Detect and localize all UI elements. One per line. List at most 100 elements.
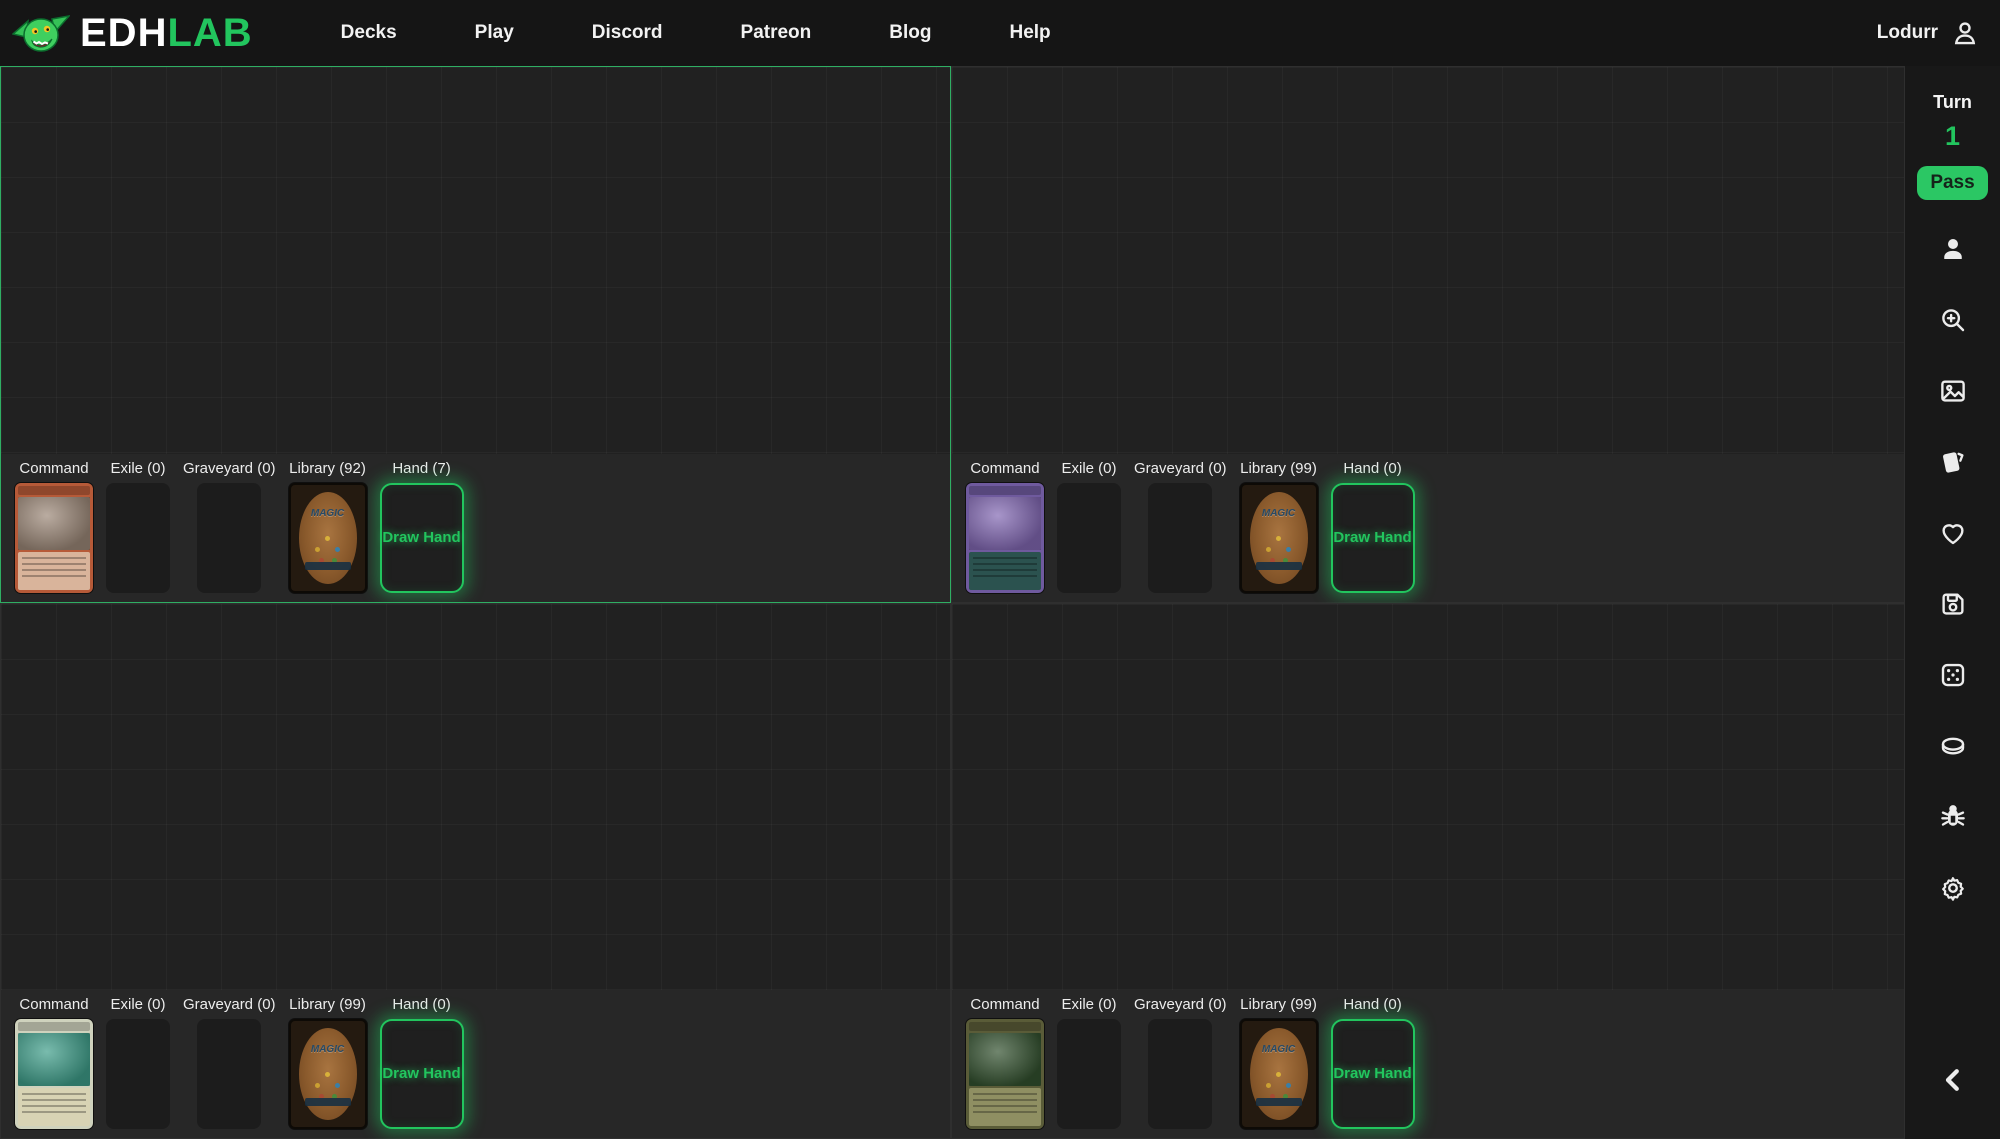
card-back-banner [305, 562, 351, 570]
zone-library: Library (99) MAGIC [1240, 460, 1318, 593]
commander-card[interactable] [15, 1019, 93, 1129]
top-nav: EDHLAB Decks Play Discord Patreon Blog H… [0, 0, 2000, 66]
image-icon[interactable] [1936, 374, 1970, 408]
library-card-back[interactable]: MAGIC [289, 483, 367, 593]
player-area-top-right: Command Exile (0) Graveyard (0) L [951, 66, 1905, 603]
zone-exile: Exile (0) [106, 996, 170, 1129]
card-art [18, 1033, 90, 1086]
turn-number: 1 [1945, 121, 1960, 152]
card-art [969, 497, 1041, 550]
card-back-oval: MAGIC [299, 1028, 357, 1120]
zone-label-command: Command [970, 460, 1039, 477]
nav-play[interactable]: Play [475, 22, 514, 44]
draw-hand-button[interactable]: Draw Hand [380, 483, 464, 593]
goblin-logo-icon [12, 10, 70, 56]
library-card-back[interactable]: MAGIC [1240, 483, 1318, 593]
card-back-banner [1256, 1098, 1302, 1106]
zone-label-library: Library (99) [1240, 460, 1317, 477]
card-back-oval: MAGIC [299, 492, 357, 584]
player-area-bottom-right: Command Exile (0) Graveyard (0) L [951, 603, 1905, 1139]
zone-library: Library (99) MAGIC [289, 996, 367, 1129]
zone-label-command: Command [19, 460, 88, 477]
cards-icon[interactable] [1936, 445, 1970, 479]
card-back-brand: MAGIC [1250, 508, 1308, 519]
graveyard-slot [197, 483, 261, 593]
graveyard-slot [1148, 483, 1212, 593]
card-art [18, 497, 90, 550]
library-card-back[interactable]: MAGIC [1240, 1019, 1318, 1129]
bug-icon[interactable] [1936, 800, 1970, 834]
card-back-brand: MAGIC [299, 1044, 357, 1055]
card-title-bar [969, 1022, 1041, 1031]
zone-exile: Exile (0) [1057, 460, 1121, 593]
exile-slot [106, 483, 170, 593]
zone-command: Command [15, 996, 93, 1129]
player-area-bottom-left: Command Exile (0) Graveyard (0) L [0, 603, 951, 1139]
graveyard-slot [1148, 1019, 1212, 1129]
collapse-sidebar-chevron-left-icon[interactable] [1936, 1063, 1970, 1097]
nav-blog[interactable]: Blog [889, 22, 931, 44]
user-icon [1950, 18, 1980, 48]
commander-card[interactable] [966, 483, 1044, 593]
player-panel: Command Exile (0) Graveyard (0) L [1, 454, 950, 602]
card-back-banner [305, 1098, 351, 1106]
card-title-bar [18, 1022, 90, 1031]
zone-library: Library (99) MAGIC [1240, 996, 1318, 1129]
brand-edh: EDH [80, 11, 167, 55]
user-menu[interactable]: Lodurr [1877, 18, 1980, 48]
settings-icon[interactable] [1936, 871, 1970, 905]
card-back-banner [1256, 562, 1302, 570]
draw-hand-button[interactable]: Draw Hand [1331, 1019, 1415, 1129]
commander-card[interactable] [15, 483, 93, 593]
zone-label-library: Library (99) [1240, 996, 1317, 1013]
zone-label-graveyard: Graveyard (0) [183, 996, 276, 1013]
draw-hand-button[interactable]: Draw Hand [1331, 483, 1415, 593]
username: Lodurr [1877, 22, 1938, 44]
zone-label-graveyard: Graveyard (0) [1134, 460, 1227, 477]
zone-graveyard: Graveyard (0) [183, 460, 276, 593]
nav-decks[interactable]: Decks [341, 22, 397, 44]
card-title-bar [969, 486, 1041, 495]
favorite-icon[interactable] [1936, 516, 1970, 550]
library-card-back[interactable]: MAGIC [289, 1019, 367, 1129]
zoom-in-icon[interactable] [1936, 303, 1970, 337]
card-back-oval: MAGIC [1250, 492, 1308, 584]
card-back-brand: MAGIC [299, 508, 357, 519]
save-icon[interactable] [1936, 587, 1970, 621]
coin-icon[interactable] [1936, 729, 1970, 763]
zone-hand: Hand (0) Draw Hand [1331, 996, 1415, 1129]
zone-label-hand: Hand (0) [392, 996, 450, 1013]
zone-command: Command [15, 460, 93, 593]
player-icon[interactable] [1936, 232, 1970, 266]
game-board: Command Exile (0) Graveyard (0) L [0, 66, 1905, 1139]
zone-command: Command [966, 996, 1044, 1129]
zone-graveyard: Graveyard (0) [1134, 996, 1227, 1129]
main-nav: Decks Play Discord Patreon Blog Help [341, 22, 1051, 44]
turn-label: Turn [1933, 92, 1972, 113]
zone-graveyard: Graveyard (0) [183, 996, 276, 1129]
zone-label-graveyard: Graveyard (0) [1134, 996, 1227, 1013]
zone-command: Command [966, 460, 1044, 593]
nav-discord[interactable]: Discord [592, 22, 663, 44]
dice-icon[interactable] [1936, 658, 1970, 692]
player-area-top-left: Command Exile (0) Graveyard (0) L [0, 66, 951, 603]
draw-hand-button[interactable]: Draw Hand [380, 1019, 464, 1129]
game-sidebar: Turn 1 Pass [1905, 66, 2000, 1139]
exile-slot [1057, 483, 1121, 593]
zone-label-command: Command [19, 996, 88, 1013]
card-back-brand: MAGIC [1250, 1044, 1308, 1055]
card-back-oval: MAGIC [1250, 1028, 1308, 1120]
brand-lab: LAB [167, 11, 252, 55]
zone-label-hand: Hand (0) [1343, 996, 1401, 1013]
commander-card[interactable] [966, 1019, 1044, 1129]
card-text-box [18, 1088, 90, 1126]
nav-help[interactable]: Help [1009, 22, 1050, 44]
zone-exile: Exile (0) [1057, 996, 1121, 1129]
nav-patreon[interactable]: Patreon [741, 22, 812, 44]
pass-button[interactable]: Pass [1917, 166, 1987, 200]
sidebar-icon-stack [1936, 232, 1970, 905]
card-text-box [969, 552, 1041, 590]
zone-hand: Hand (0) Draw Hand [1331, 460, 1415, 593]
logo[interactable]: EDHLAB [12, 10, 253, 56]
zone-library: Library (92) MAGIC [289, 460, 367, 593]
